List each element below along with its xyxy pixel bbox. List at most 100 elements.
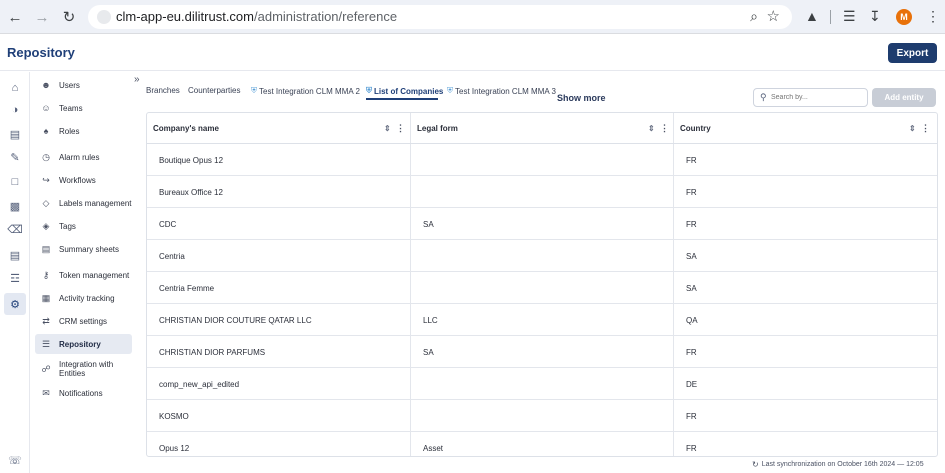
menu-item-users[interactable]: ☻ Users — [35, 75, 132, 95]
menu-item-label: Tags — [59, 221, 76, 231]
menu-item-label: CRM settings — [59, 316, 108, 326]
table-row[interactable]: Bureaux Office 12 FR — [147, 176, 937, 208]
admin-menu: ☻ Users ☺ Teams ♠ Roles ◷ Alarm rules ↪ Workf… — [31, 72, 137, 473]
cell-company-name: comp_new_api_edited — [159, 379, 240, 389]
tab-counterparties[interactable]: Counterparties — [188, 86, 240, 95]
active-tab-indicator — [366, 98, 438, 100]
tab-list-of-companies[interactable]: ⛨ List of Companies — [366, 86, 443, 96]
table-row[interactable]: Boutique Opus 12 FR — [147, 144, 937, 176]
companies-table: Company's name ⇕ ⋮ Legal form ⇕ ⋮ Countr… — [146, 112, 938, 457]
shared-folder-icon[interactable]: ▩ — [7, 198, 23, 214]
table-row[interactable]: CHRISTIAN DIOR PARFUMS SA FR — [147, 336, 937, 368]
address-bar[interactable]: clm-app-eu.dilitrust.com/administration/… — [88, 5, 792, 29]
column-menu-icon[interactable]: ⋮ — [660, 123, 669, 134]
column-header-legal-form[interactable]: Legal form ⇕ ⋮ — [417, 113, 673, 144]
menu-item-roles[interactable]: ♠ Roles — [35, 121, 132, 141]
forward-arrow-icon[interactable]: → — [33, 8, 51, 26]
tab-label: List of Companies — [374, 86, 444, 96]
reports-icon[interactable]: ▤ — [7, 247, 23, 263]
column-header-label: Company's name — [153, 124, 219, 133]
collapse-menu-icon[interactable]: » — [134, 74, 140, 85]
browser-toolbar: ← → ↻ clm-app-eu.dilitrust.com/administr… — [0, 0, 945, 34]
tab-branches[interactable]: Branches — [146, 86, 180, 95]
sync-text: Last synchronization on October 16th 202… — [761, 461, 924, 468]
tab-test-integration-clm-mma-2[interactable]: ⛨ Test Integration CLM MMA 2 — [251, 86, 360, 96]
menu-item-label: Summary sheets — [59, 244, 120, 254]
sort-icon[interactable]: ⇕ — [648, 124, 655, 133]
dashboard-icon[interactable]: ◑ — [7, 102, 23, 118]
table-header: Company's name ⇕ ⋮ Legal form ⇕ ⋮ Countr… — [147, 113, 937, 144]
menu-item-token-management[interactable]: ⚷ Token management — [35, 265, 132, 285]
table-row[interactable]: Centria SA — [147, 240, 937, 272]
menu-item-teams[interactable]: ☺ Teams — [35, 98, 132, 118]
sort-icon[interactable]: ⇕ — [384, 124, 391, 133]
app-header: Repository Export — [0, 35, 945, 71]
settings-icon[interactable]: ⚙ — [4, 293, 26, 315]
url-text[interactable]: clm-app-eu.dilitrust.com/administration/… — [116, 9, 397, 24]
reload-icon[interactable]: ↻ — [60, 8, 78, 26]
search-input[interactable] — [771, 91, 863, 104]
label-icon: ◇ — [42, 197, 50, 208]
tag-icon: ◈ — [42, 220, 50, 231]
column-header-country[interactable]: Country ⇕ ⋮ — [680, 113, 937, 144]
tab-test-integration-clm-mma-3[interactable]: ⛨ Test Integration CLM MMA 3 — [447, 86, 556, 96]
cell-country: FR — [686, 411, 697, 421]
table-row[interactable]: CHRISTIAN DIOR COUTURE QATAR LLC LLC QA — [147, 304, 937, 336]
cell-country: DE — [686, 379, 698, 389]
support-icon[interactable]: ☏ — [7, 452, 23, 468]
menu-item-alarm-rules[interactable]: ◷ Alarm rules — [35, 147, 132, 167]
site-info-icon[interactable] — [97, 10, 111, 24]
download-icon[interactable]: ↧ — [869, 8, 881, 25]
table-row[interactable]: KOSMO FR — [147, 400, 937, 432]
cell-company-name: Boutique Opus 12 — [159, 155, 224, 165]
menu-item-notifications[interactable]: ✉ Notifications — [35, 383, 132, 403]
menu-item-workflows[interactable]: ↪ Workflows — [35, 170, 132, 190]
sort-icon[interactable]: ⇕ — [909, 124, 916, 133]
shield-icon: ⛨ — [366, 86, 372, 95]
menu-item-label: Notifications — [59, 388, 103, 398]
search-box[interactable]: ⚲ — [753, 88, 868, 107]
menu-item-integration-with-entities[interactable]: ☍ Integration with Entities — [35, 358, 132, 380]
menu-item-labels-management[interactable]: ◇ Labels management — [35, 193, 132, 213]
trash-icon[interactable]: ⌫ — [7, 221, 23, 237]
zoom-icon[interactable]: ⌕ — [750, 8, 758, 25]
menu-item-tags[interactable]: ◈ Tags — [35, 216, 132, 236]
back-arrow-icon[interactable]: ← — [6, 8, 24, 26]
profile-avatar[interactable]: M — [896, 9, 912, 25]
menu-item-activity-tracking[interactable]: ▦ Activity tracking — [35, 288, 132, 308]
cell-country: FR — [686, 219, 697, 229]
activity-icon: ▦ — [41, 292, 51, 303]
menu-item-crm-settings[interactable]: ⇄ CRM settings — [35, 311, 132, 331]
tab-label: Test Integration CLM MMA 3 — [455, 86, 556, 96]
contracts-icon[interactable]: ▤ — [7, 126, 23, 142]
bookmark-star-icon[interactable]: ☆ — [767, 7, 780, 25]
key-icon: ⚷ — [42, 269, 50, 280]
reading-list-icon[interactable]: ☰ — [843, 8, 856, 25]
menu-item-summary-sheets[interactable]: ▤ Summary sheets — [35, 239, 132, 259]
home-icon[interactable]: ⌂ — [7, 80, 23, 96]
export-button[interactable]: Export — [888, 43, 937, 63]
add-entity-button[interactable]: Add entity — [872, 88, 936, 107]
cell-country: FR — [686, 347, 697, 357]
column-menu-icon[interactable]: ⋮ — [921, 123, 930, 134]
table-row[interactable]: Opus 12 Asset FR — [147, 432, 937, 456]
cell-country: SA — [686, 283, 697, 293]
edit-icon[interactable]: ✎ — [7, 149, 23, 165]
mail-icon: ✉ — [42, 387, 50, 398]
folder-icon[interactable]: □ — [7, 174, 23, 190]
crm-icon: ⇄ — [42, 315, 50, 326]
table-row[interactable]: CDC SA FR — [147, 208, 937, 240]
cell-legal-form: LLC — [423, 315, 438, 325]
menu-item-label: Users — [59, 80, 80, 90]
show-more-button[interactable]: Show more — [557, 93, 606, 103]
column-menu-icon[interactable]: ⋮ — [396, 123, 405, 134]
browser-menu-icon[interactable]: ⋮ — [926, 8, 940, 25]
table-row[interactable]: comp_new_api_edited DE — [147, 368, 937, 400]
document-list-icon[interactable]: ☲ — [7, 270, 23, 286]
tab-label: Branches — [146, 86, 180, 95]
menu-item-repository[interactable]: ☰ Repository — [35, 334, 132, 354]
column-header-company-name[interactable]: Company's name ⇕ ⋮ — [153, 113, 410, 144]
table-row[interactable]: Centria Femme SA — [147, 272, 937, 304]
sync-icon: ↻ — [752, 460, 759, 469]
extensions-icon[interactable]: ▲ — [805, 8, 819, 24]
